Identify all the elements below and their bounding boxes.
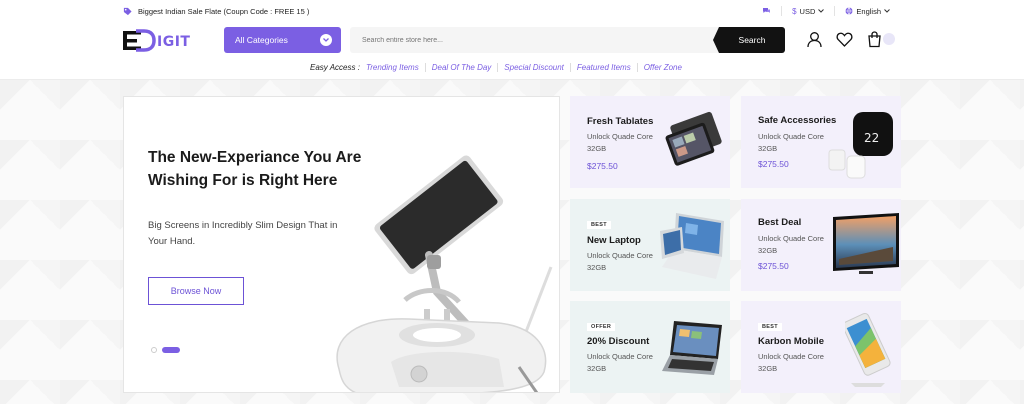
tile-title: Karbon Mobile bbox=[758, 336, 824, 347]
browse-now-label: Browse Now bbox=[170, 286, 222, 296]
chevron-down-icon bbox=[320, 34, 332, 46]
search-input[interactable] bbox=[350, 27, 720, 53]
top-bar: Biggest Indian Sale Flate (Coupn Code : … bbox=[0, 0, 1024, 24]
user-icon[interactable] bbox=[806, 31, 823, 48]
hero-slider: The New-Experiance You Are Wishing For i… bbox=[123, 96, 560, 393]
language-selector[interactable]: English bbox=[845, 7, 890, 16]
easy-access-label: Easy Access : bbox=[310, 63, 360, 72]
edigit-logo[interactable]: IGIT bbox=[122, 27, 210, 55]
tile-badge: BEST bbox=[758, 323, 782, 331]
chevron-down-icon bbox=[884, 9, 890, 13]
link-featured-items[interactable]: Featured Items bbox=[569, 63, 637, 72]
product-tile-safe-accessories[interactable]: Safe Accessories Unlock Quade Core 32GB … bbox=[741, 96, 901, 188]
tile-title: Fresh Tablates bbox=[587, 116, 654, 127]
category-label: All Categories bbox=[235, 35, 288, 45]
drone-controller-image bbox=[336, 155, 553, 392]
header: IGIT All Categories Search bbox=[0, 24, 1024, 60]
thermostat-image: 22 bbox=[828, 112, 893, 179]
link-special-discount[interactable]: Special Discount bbox=[497, 63, 570, 72]
product-tile-new-laptop[interactable]: BEST New Laptop Unlock Quade Core 32GB bbox=[570, 199, 730, 291]
svg-text:IGIT: IGIT bbox=[157, 34, 190, 50]
chat-icon[interactable] bbox=[762, 7, 771, 15]
tile-price: $275.50 bbox=[587, 161, 618, 171]
link-trending-items[interactable]: Trending Items bbox=[366, 63, 425, 72]
slider-dot[interactable] bbox=[151, 347, 157, 353]
search-button[interactable]: Search bbox=[713, 27, 785, 53]
search-button-label: Search bbox=[738, 35, 766, 45]
tile-description: Unlock Quade Core 32GB bbox=[587, 132, 653, 153]
tablet-image bbox=[665, 111, 722, 166]
tile-description: Unlock Quade Core 32GB bbox=[587, 251, 653, 272]
cart-icon[interactable] bbox=[866, 31, 883, 48]
tile-description: Unlock Quade Core 32GB bbox=[758, 132, 824, 153]
tile-title: 20% Discount bbox=[587, 336, 650, 347]
language-label: English bbox=[856, 6, 881, 16]
currency-label: USD bbox=[799, 6, 816, 16]
tile-description: Unlock Quade Core 32GB bbox=[587, 352, 653, 373]
link-offer-zone[interactable]: Offer Zone bbox=[636, 63, 688, 72]
globe-icon bbox=[845, 7, 853, 15]
product-tile-best-deal[interactable]: Best Deal Unlock Quade Core 32GB $275.50 bbox=[741, 199, 901, 291]
smartphone-image bbox=[845, 312, 891, 387]
tag-icon bbox=[123, 7, 132, 16]
browse-now-button[interactable]: Browse Now bbox=[148, 277, 244, 305]
television-image bbox=[833, 213, 899, 274]
product-tile-karbon-mobile[interactable]: BEST Karbon Mobile Unlock Quade Core 32G… bbox=[741, 301, 901, 393]
link-deal-of-the-day[interactable]: Deal Of The Day bbox=[424, 63, 498, 72]
tile-price: $275.50 bbox=[758, 261, 789, 271]
promo-banner: Biggest Indian Sale Flate (Coupn Code : … bbox=[123, 7, 309, 16]
tile-title: New Laptop bbox=[587, 235, 641, 246]
heart-icon[interactable] bbox=[836, 31, 853, 48]
tile-badge: OFFER bbox=[587, 323, 616, 331]
tablet-keyboard-image bbox=[662, 321, 722, 375]
tile-price: $275.50 bbox=[758, 159, 789, 169]
product-tile-fresh-tablates[interactable]: Fresh Tablates Unlock Quade Core 32GB $2… bbox=[570, 96, 730, 188]
slider-dot-active[interactable] bbox=[162, 347, 180, 353]
easy-access-bar: Easy Access : Trending Items Deal Of The… bbox=[310, 63, 688, 72]
currency-selector[interactable]: $ USD bbox=[792, 6, 825, 16]
laptop-image bbox=[660, 213, 724, 279]
cart-count-badge bbox=[883, 33, 895, 45]
promo-text: Biggest Indian Sale Flate (Coupn Code : … bbox=[138, 7, 310, 16]
tile-title: Best Deal bbox=[758, 217, 802, 228]
hero-subtitle: Big Screens in Incredibly Slim Design Th… bbox=[148, 220, 338, 247]
tile-description: Unlock Quade Core 32GB bbox=[758, 234, 824, 255]
chevron-down-icon bbox=[818, 9, 825, 13]
category-dropdown[interactable]: All Categories bbox=[224, 27, 341, 53]
svg-text:22: 22 bbox=[864, 131, 879, 145]
dollar-icon: $ bbox=[792, 6, 797, 16]
tile-badge: BEST bbox=[587, 221, 611, 229]
tile-description: Unlock Quade Core 32GB bbox=[758, 352, 824, 373]
product-tile-20-discount[interactable]: OFFER 20% Discount Unlock Quade Core 32G… bbox=[570, 301, 730, 393]
